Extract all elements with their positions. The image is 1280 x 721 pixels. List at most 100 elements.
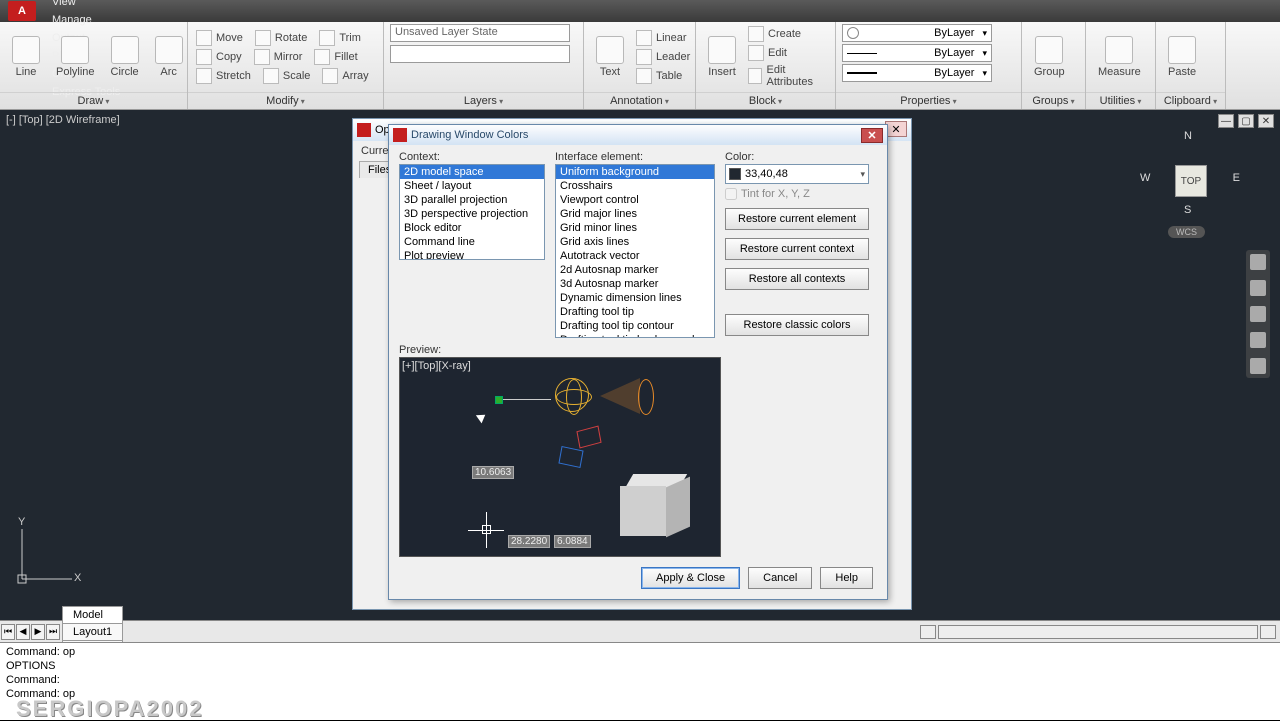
panel-groups-title[interactable]: Groups — [1022, 92, 1085, 109]
properties-dropdown-0[interactable]: ByLayer▾ — [842, 24, 992, 42]
insert-button[interactable]: Insert — [702, 34, 742, 80]
color-dropdown[interactable]: 33,40,48 ▾ — [725, 164, 869, 184]
hscroll-right[interactable] — [1260, 625, 1276, 639]
rotate-button[interactable]: Rotate — [253, 29, 309, 47]
preview-wire-blue — [558, 446, 583, 468]
table-button[interactable]: Table — [634, 67, 692, 85]
text-button[interactable]: Text — [590, 34, 630, 80]
restore-all-contexts-button[interactable]: Restore all contexts — [725, 268, 869, 290]
element-item[interactable]: Grid minor lines — [556, 221, 714, 235]
element-item[interactable]: 2d Autosnap marker — [556, 263, 714, 277]
element-item[interactable]: Autotrack vector — [556, 249, 714, 263]
copy-button[interactable]: Copy — [194, 48, 244, 66]
create-button[interactable]: Create — [746, 25, 829, 43]
command-window[interactable]: Command: opOPTIONSCommand:Command: op SE… — [0, 642, 1280, 720]
panel-layers-title[interactable]: Layers — [384, 92, 583, 109]
hscroll-track[interactable] — [938, 625, 1258, 639]
fillet-button[interactable]: Fillet — [312, 48, 359, 66]
leader-button[interactable]: Leader — [634, 48, 692, 66]
mirror-button[interactable]: Mirror — [252, 48, 305, 66]
polyline-button[interactable]: Polyline — [50, 34, 101, 80]
element-item[interactable]: 3d Autosnap marker — [556, 277, 714, 291]
restore-current-context-button[interactable]: Restore current context — [725, 238, 869, 260]
properties-dropdown-2[interactable]: ByLayer▾ — [842, 64, 992, 82]
help-button[interactable]: Help — [820, 567, 873, 589]
element-item[interactable]: Grid axis lines — [556, 235, 714, 249]
layout-last-button[interactable]: ⏭ — [46, 624, 60, 640]
preview-dim-3: 6.0884 — [554, 535, 591, 548]
vp-close-button[interactable]: ✕ — [1258, 114, 1274, 128]
options-close-button[interactable]: ✕ — [885, 121, 907, 137]
element-item[interactable]: Dynamic dimension lines — [556, 291, 714, 305]
element-item[interactable]: Drafting tool tip contour — [556, 319, 714, 333]
line-button[interactable]: Line — [6, 34, 46, 80]
panel-modify-title[interactable]: Modify — [188, 92, 383, 109]
layout-tab-layout1[interactable]: Layout1 — [62, 623, 123, 640]
restore-current-element-button[interactable]: Restore current element — [725, 208, 869, 230]
context-item[interactable]: 3D parallel projection — [400, 193, 544, 207]
element-item[interactable]: Grid major lines — [556, 207, 714, 221]
arc-button[interactable]: Arc — [149, 34, 189, 80]
cancel-button[interactable]: Cancel — [748, 567, 812, 589]
dwc-titlebar[interactable]: Drawing Window Colors ✕ — [389, 125, 887, 145]
app-menu-button[interactable]: A — [8, 1, 36, 21]
hscroll-left[interactable] — [920, 625, 936, 639]
layout-tab-model[interactable]: Model — [62, 606, 123, 623]
view-cube[interactable]: N S E W TOP WCS — [1140, 130, 1240, 230]
element-item[interactable]: Uniform background — [556, 165, 714, 179]
orbit-icon[interactable] — [1250, 332, 1266, 348]
layer-dropdown[interactable] — [390, 45, 570, 63]
vp-minimize-button[interactable]: — — [1218, 114, 1234, 128]
layer-state-dropdown[interactable]: Unsaved Layer State — [390, 24, 570, 42]
layout-first-button[interactable]: ⏮ — [1, 624, 15, 640]
paste-button[interactable]: Paste — [1162, 34, 1202, 80]
panel-draw-title[interactable]: Draw — [0, 92, 187, 109]
properties-dropdown-1[interactable]: ByLayer▾ — [842, 44, 992, 62]
linear-button[interactable]: Linear — [634, 29, 692, 47]
ribbon-tab-view[interactable]: View — [42, 0, 130, 11]
context-item[interactable]: 3D perspective projection — [400, 207, 544, 221]
element-item[interactable]: Drafting tool tip background — [556, 333, 714, 338]
edit-button[interactable]: Edit — [746, 44, 829, 62]
trim-button[interactable]: Trim — [317, 29, 363, 47]
apply-close-button[interactable]: Apply & Close — [641, 567, 740, 589]
context-item[interactable]: 2D model space — [400, 165, 544, 179]
restore-classic-colors-button[interactable]: Restore classic colors — [725, 314, 869, 336]
circle-button[interactable]: Circle — [105, 34, 145, 80]
element-item[interactable]: Viewport control — [556, 193, 714, 207]
element-item[interactable]: Crosshairs — [556, 179, 714, 193]
element-item[interactable]: Drafting tool tip — [556, 305, 714, 319]
context-listbox[interactable]: 2D model spaceSheet / layout3D parallel … — [399, 164, 545, 260]
stretch-button[interactable]: Stretch — [194, 67, 253, 85]
tint-checkbox[interactable]: Tint for X, Y, Z — [725, 188, 869, 200]
panel-properties-title[interactable]: Properties — [836, 92, 1021, 109]
panel-block-title[interactable]: Block — [696, 92, 835, 109]
panel-utilities-title[interactable]: Utilities — [1086, 92, 1155, 109]
viewport-label[interactable]: [-] [Top] [2D Wireframe] — [6, 114, 120, 126]
layout-prev-button[interactable]: ◀ — [16, 624, 30, 640]
context-item[interactable]: Command line — [400, 235, 544, 249]
move-button[interactable]: Move — [194, 29, 245, 47]
measure-button[interactable]: Measure — [1092, 34, 1147, 80]
edit-attributes-button[interactable]: Edit Attributes — [746, 63, 829, 89]
array-button[interactable]: Array — [320, 67, 370, 85]
svg-text:X: X — [74, 572, 82, 584]
vp-maximize-button[interactable]: ▢ — [1238, 114, 1254, 128]
group-button[interactable]: Group — [1028, 34, 1071, 80]
context-item[interactable]: Block editor — [400, 221, 544, 235]
layout-next-button[interactable]: ▶ — [31, 624, 45, 640]
steering-wheel-icon[interactable] — [1250, 254, 1266, 270]
navigation-bar[interactable] — [1246, 250, 1270, 378]
showmotion-icon[interactable] — [1250, 358, 1266, 374]
scale-button[interactable]: Scale — [261, 67, 313, 85]
context-item[interactable]: Plot preview — [400, 249, 544, 260]
view-cube-wcs[interactable]: WCS — [1168, 226, 1205, 238]
element-listbox[interactable]: Uniform backgroundCrosshairsViewport con… — [555, 164, 715, 338]
panel-clipboard-title[interactable]: Clipboard — [1156, 92, 1225, 109]
dwc-close-button[interactable]: ✕ — [861, 128, 883, 143]
zoom-icon[interactable] — [1250, 306, 1266, 322]
pan-icon[interactable] — [1250, 280, 1266, 296]
panel-annotation-title[interactable]: Annotation — [584, 92, 695, 109]
context-item[interactable]: Sheet / layout — [400, 179, 544, 193]
view-cube-face[interactable]: TOP — [1175, 165, 1207, 197]
